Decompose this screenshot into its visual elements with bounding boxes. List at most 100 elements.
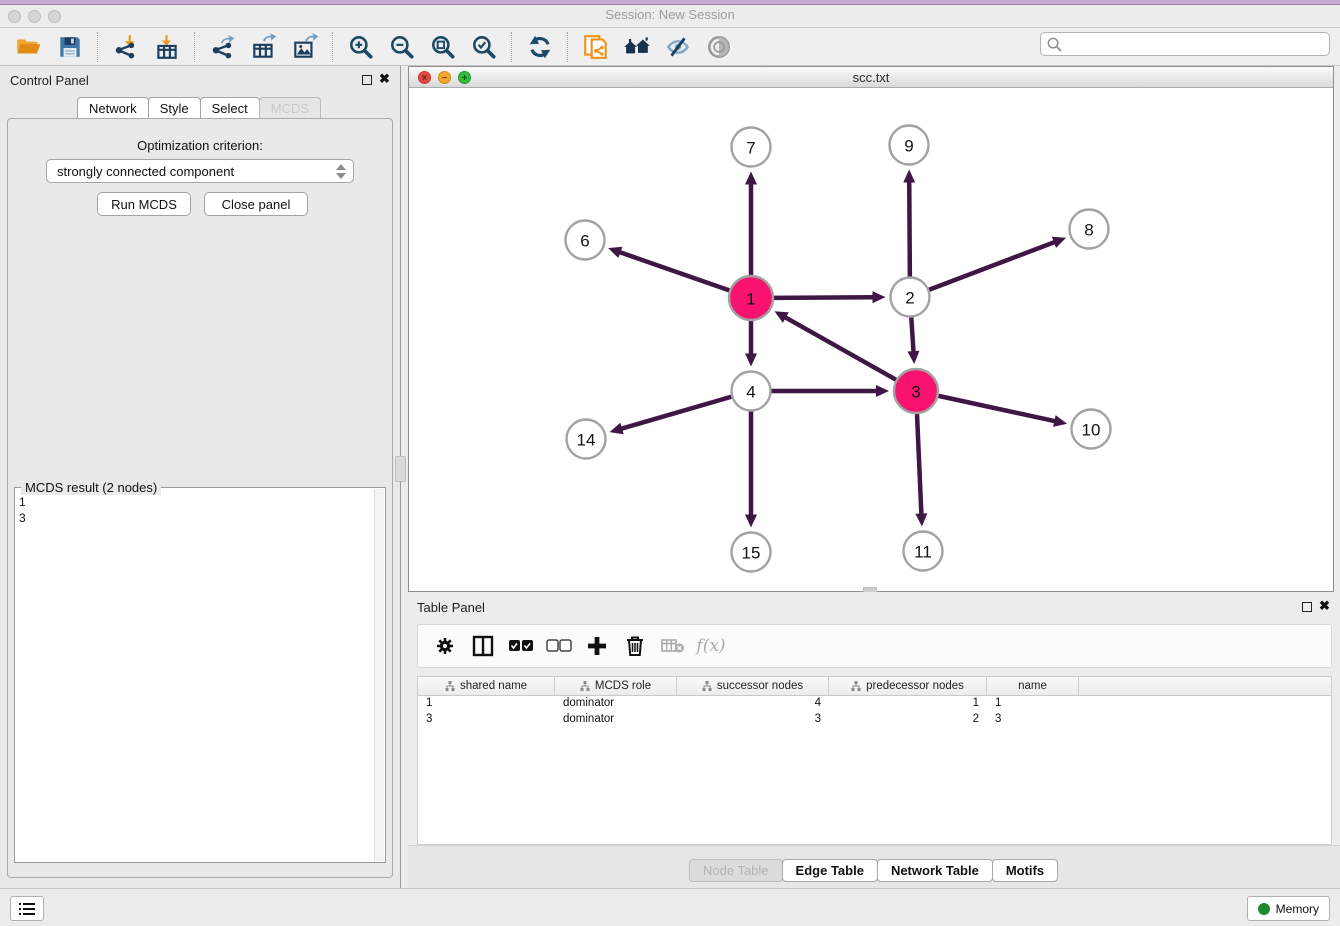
main-toolbar <box>0 28 1340 66</box>
control-panel-float-button[interactable] <box>362 75 372 85</box>
cell-mcds-role[interactable]: dominator <box>555 696 677 712</box>
table-row[interactable]: 1 dominator 4 1 1 <box>418 696 1331 712</box>
zoom-selected-button[interactable] <box>468 31 499 62</box>
graph-edge-4-14[interactable] <box>620 397 731 429</box>
run-mcds-button[interactable]: Run MCDS <box>97 192 191 216</box>
column-header-shared-name[interactable]: shared name <box>418 677 555 695</box>
memory-button[interactable]: Memory <box>1247 896 1330 921</box>
table-row[interactable]: 3 dominator 3 2 3 <box>418 712 1331 728</box>
export-table-button[interactable] <box>248 31 279 62</box>
search-input[interactable] <box>1063 35 1329 53</box>
table-settings-button[interactable] <box>432 633 458 659</box>
tab-style[interactable]: Style <box>148 97 201 120</box>
home-layout-button[interactable] <box>621 31 652 62</box>
show-panels-button[interactable] <box>703 31 734 62</box>
import-network-button[interactable] <box>110 31 141 62</box>
graph-edge-1-6[interactable] <box>619 252 730 291</box>
result-scrollbar[interactable] <box>374 489 384 861</box>
tab-select[interactable]: Select <box>200 97 260 120</box>
import-network-icon <box>112 33 140 61</box>
function-builder-button[interactable]: f(x) <box>698 633 724 659</box>
network-window-titlebar[interactable]: × − + scc.txt <box>409 67 1333 88</box>
cell-name[interactable]: 3 <box>987 712 1079 728</box>
hide-panels-button[interactable] <box>662 31 693 62</box>
graph-node-1[interactable]: 1 <box>729 276 773 320</box>
task-history-button[interactable] <box>10 896 44 921</box>
graph-edge-2-8[interactable] <box>929 242 1056 290</box>
graph-edge-2-9[interactable] <box>909 180 910 276</box>
export-image-button[interactable] <box>289 31 320 62</box>
table-panel-float-button[interactable] <box>1302 602 1312 612</box>
graph-node-9[interactable]: 9 <box>890 126 929 165</box>
graph-edge-1-2[interactable] <box>774 297 875 298</box>
node-label: 2 <box>905 289 914 308</box>
tab-network[interactable]: Network <box>77 97 149 120</box>
cell-successor-nodes[interactable]: 4 <box>677 696 829 712</box>
cell-predecessor-nodes[interactable]: 2 <box>829 712 987 728</box>
graph-edge-3-1[interactable] <box>784 317 896 380</box>
column-header-successor-nodes[interactable]: successor nodes <box>677 677 829 695</box>
criterion-dropdown[interactable]: strongly connected component <box>46 159 354 183</box>
graph-node-10[interactable]: 10 <box>1072 410 1111 449</box>
cell-shared-name[interactable]: 3 <box>418 712 555 728</box>
tab-network-table[interactable]: Network Table <box>877 859 993 882</box>
graph-edge-3-10[interactable] <box>938 396 1056 422</box>
cell-successor-nodes[interactable]: 3 <box>677 712 829 728</box>
graph-node-15[interactable]: 15 <box>732 533 771 572</box>
graph-node-8[interactable]: 8 <box>1070 210 1109 249</box>
column-header-name[interactable]: name <box>987 677 1079 695</box>
create-column-button[interactable] <box>584 633 610 659</box>
zoom-in-button[interactable] <box>345 31 376 62</box>
table-panel-close-button[interactable]: ✖ <box>1319 599 1330 613</box>
sitemap-icon <box>851 681 861 691</box>
cell-mcds-role[interactable]: dominator <box>555 712 677 728</box>
node-label: 14 <box>577 431 596 450</box>
graph-edge-arrowhead <box>745 354 757 367</box>
app-titlebar: Session: New Session <box>0 0 1340 28</box>
delete-column-button[interactable] <box>622 633 648 659</box>
node-label: 10 <box>1082 421 1101 440</box>
close-panel-button[interactable]: Close panel <box>204 192 308 216</box>
delete-table-button-disabled[interactable] <box>660 633 686 659</box>
deselect-all-button[interactable] <box>546 633 572 659</box>
graph-edge-arrowhead <box>1053 415 1067 427</box>
apply-layout-button[interactable] <box>524 31 555 62</box>
column-header-predecessor-nodes[interactable]: predecessor nodes <box>829 677 987 695</box>
network-canvas[interactable]: 1 2 3 4 6 7 8 9 10 11 14 15 <box>409 88 1333 591</box>
cell-predecessor-nodes[interactable]: 1 <box>829 696 987 712</box>
graph-node-6[interactable]: 6 <box>566 221 605 260</box>
select-all-button[interactable] <box>508 633 534 659</box>
cell-shared-name[interactable]: 1 <box>418 696 555 712</box>
graph-node-3[interactable]: 3 <box>894 369 938 413</box>
table-tabs-strip: Node Table Edge Table Network Table Moti… <box>408 845 1340 888</box>
graph-edge-3-11[interactable] <box>917 414 921 516</box>
tab-edge-table[interactable]: Edge Table <box>782 859 878 882</box>
zoom-out-button[interactable] <box>386 31 417 62</box>
save-session-button[interactable] <box>54 31 85 62</box>
graph-edge-2-3[interactable] <box>911 317 913 353</box>
cell-name[interactable]: 1 <box>987 696 1079 712</box>
tab-motifs[interactable]: Motifs <box>992 859 1058 882</box>
clone-network-button[interactable] <box>580 31 611 62</box>
column-label: shared name <box>460 680 527 692</box>
toolbar-separator <box>194 32 195 62</box>
graph-node-4[interactable]: 4 <box>732 372 771 411</box>
splitter-handle[interactable] <box>395 456 406 482</box>
show-columns-button[interactable] <box>470 633 496 659</box>
graph-node-11[interactable]: 11 <box>904 532 943 571</box>
tab-mcds[interactable]: MCDS <box>259 97 321 120</box>
zoom-fit-icon <box>429 33 457 61</box>
mcds-result-list[interactable]: 1 3 <box>19 494 371 858</box>
status-bar: Memory <box>0 888 1340 926</box>
graph-node-14[interactable]: 14 <box>567 420 606 459</box>
import-table-button[interactable] <box>151 31 182 62</box>
graph-node-2[interactable]: 2 <box>891 278 930 317</box>
zoom-fit-button[interactable] <box>427 31 458 62</box>
tab-node-table[interactable]: Node Table <box>689 859 783 882</box>
open-session-button[interactable] <box>13 31 44 62</box>
control-panel-close-button[interactable]: ✖ <box>379 72 390 86</box>
column-header-mcds-role[interactable]: MCDS role <box>555 677 677 695</box>
session-title: Session: New Session <box>0 7 1340 22</box>
export-network-button[interactable] <box>207 31 238 62</box>
graph-node-7[interactable]: 7 <box>732 128 771 167</box>
